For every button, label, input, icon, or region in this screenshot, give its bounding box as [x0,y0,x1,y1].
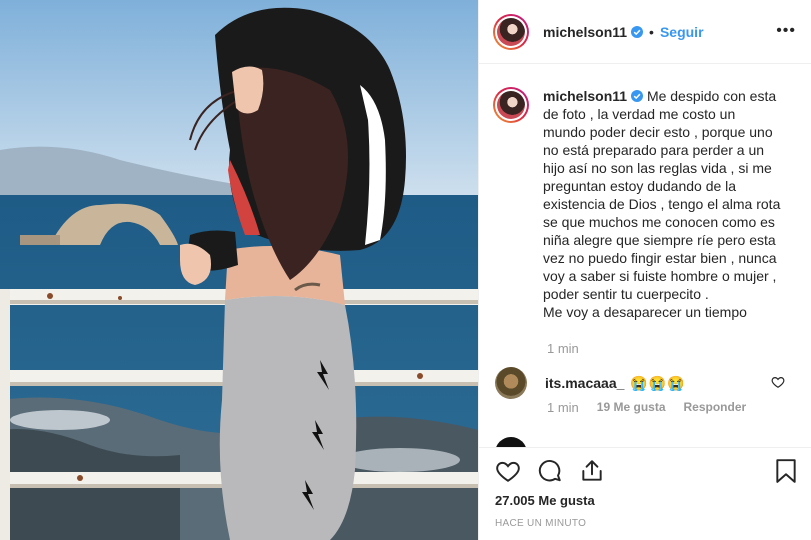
caption-timestamp[interactable]: 1 min [547,341,579,356]
caption-line-7: se que muchos me conocen como es [543,214,775,230]
comment-item: its.macaaa_ 😭😭😭 [495,365,795,401]
avatar-image [497,91,525,119]
comment-meta: 1 min 19 Me gusta Responder [547,400,746,415]
commenter-avatar[interactable] [495,367,527,399]
caption-line-10: voy a saber si fuiste hombre o mujer , [543,268,777,284]
comment-emoji: 😭😭😭 [630,374,686,391]
comment-likes[interactable]: 19 Me gusta [597,400,666,415]
caption-line: michelson11 Me despido con esta [543,87,798,105]
follow-button[interactable]: Seguir [660,24,704,40]
caption-line-4: hijo así no son las reglas vida , si me [543,160,772,176]
caption-line-2: mundo poder decir esto , porque uno [543,124,773,140]
comment-timestamp[interactable]: 1 min [547,400,579,415]
author-username[interactable]: michelson11 [543,24,627,40]
action-icons [495,458,605,484]
caption: michelson11 Me despido con esta de foto … [493,87,798,321]
commenter-username[interactable]: its.macaaa_ [545,375,624,391]
share-icon[interactable] [579,458,605,484]
comment-text: its.macaaa_ 😭😭😭 [545,375,686,392]
reply-button[interactable]: Responder [684,400,747,415]
verified-badge-icon [631,90,644,102]
bookmark-icon[interactable] [774,458,798,484]
caption-line-5: preguntan estoy dudando de la [543,178,737,194]
caption-line-12: Me voy a desaparecer un tiempo [543,304,747,320]
photo-scene [0,0,478,540]
post-photo[interactable] [0,0,478,540]
caption-line-0: Me despido con esta [646,88,777,104]
save-button[interactable] [774,458,798,484]
caption-line-9: vez no puedo fingir estar bien , nunca [543,250,777,266]
comment-like-heart-icon[interactable] [771,375,785,389]
likes-count[interactable]: 27.005 Me gusta [495,493,595,508]
caption-avatar[interactable] [493,87,529,123]
post-header: michelson11 • Seguir ••• [479,0,811,64]
verified-badge-icon [631,25,644,38]
separator-dot: • [649,23,654,40]
caption-text: michelson11 Me despido con esta de foto … [543,87,798,321]
heart-icon[interactable] [495,458,521,484]
caption-line-1: de foto , la verdad me costo un [543,106,736,122]
caption-username[interactable]: michelson11 [543,88,627,104]
next-comment-avatar[interactable] [495,437,527,447]
comments-area[interactable]: michelson11 Me despido con esta de foto … [479,65,811,447]
post-time-ago[interactable]: HACE UN MINUTO [495,518,586,529]
caption-line-11: poder sentir tu cuerpecito . [543,286,709,302]
actions-bar: 27.005 Me gusta HACE UN MINUTO [479,447,811,540]
caption-line-3: no está preparado para perder a un [543,142,765,158]
post-panel: michelson11 • Seguir ••• michelson11 Me … [478,0,811,540]
caption-line-8: niña alegre que siempre ríe pero esta [543,232,776,248]
author-avatar[interactable] [493,13,529,50]
caption-line-6: existencia de Dios , tengo el alma rota [543,196,781,212]
comment-icon[interactable] [537,458,563,484]
avatar-image [497,17,525,46]
more-options-icon[interactable]: ••• [776,22,796,40]
